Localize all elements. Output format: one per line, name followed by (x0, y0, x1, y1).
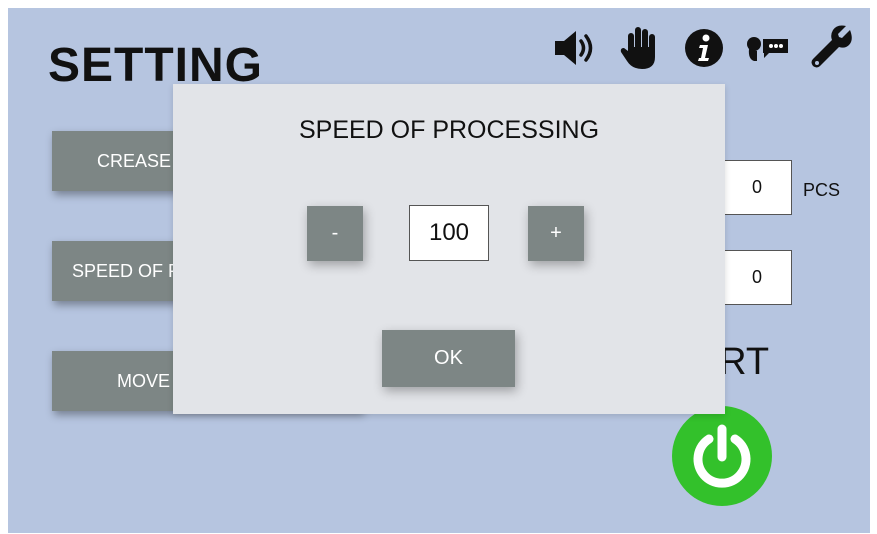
power-icon (693, 424, 751, 488)
decrease-button[interactable]: - (307, 206, 363, 261)
speech-icon[interactable] (744, 24, 792, 72)
power-button[interactable] (672, 406, 772, 506)
dialog-title: SPEED OF PROCESSING (298, 116, 600, 144)
count-unit-label: PCS (803, 180, 841, 200)
speed-dialog: SPEED OF PROCESSING - + OK (173, 84, 725, 414)
count-value[interactable]: 0 (722, 160, 792, 215)
toolbar (552, 23, 856, 73)
speed-value-input[interactable] (409, 205, 489, 261)
speaker-icon[interactable] (552, 24, 600, 72)
settings-screen: SETTING CREASE SPEED OF MOVE 0 PCS 0 SPE… (8, 8, 870, 533)
info-icon[interactable] (680, 24, 728, 72)
second-value[interactable]: 0 (722, 250, 792, 305)
increase-button[interactable]: + (528, 206, 584, 261)
ok-button[interactable]: OK (382, 330, 515, 387)
hand-stop-icon[interactable] (616, 24, 664, 72)
wrench-icon[interactable] (808, 24, 856, 72)
